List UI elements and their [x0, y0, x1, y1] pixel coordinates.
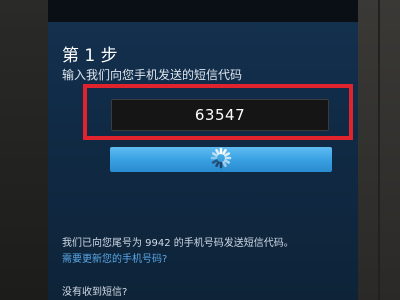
background-right — [358, 0, 400, 300]
step-title: 第 1 步 — [62, 46, 118, 66]
sms-verification-dialog: 第 1 步 输入我们向您手机发送的短信代码 63547 我们已向您尾号为 994… — [48, 0, 358, 300]
background-seam — [378, 0, 380, 300]
no-code-received-text: 没有收到短信? — [62, 287, 128, 298]
background-left — [0, 0, 48, 300]
submit-button[interactable] — [110, 147, 332, 172]
update-phone-link[interactable]: 需要更新您的手机号码? — [62, 250, 167, 265]
sms-sent-info: 我们已向您尾号为 9942 的手机号码发送短信代码。 — [62, 238, 294, 249]
loading-spinner-icon — [210, 147, 232, 168]
instruction-text: 输入我们向您手机发送的短信代码 — [62, 68, 243, 82]
dialog-top-strip — [48, 0, 358, 22]
red-highlight-frame — [83, 84, 353, 140]
